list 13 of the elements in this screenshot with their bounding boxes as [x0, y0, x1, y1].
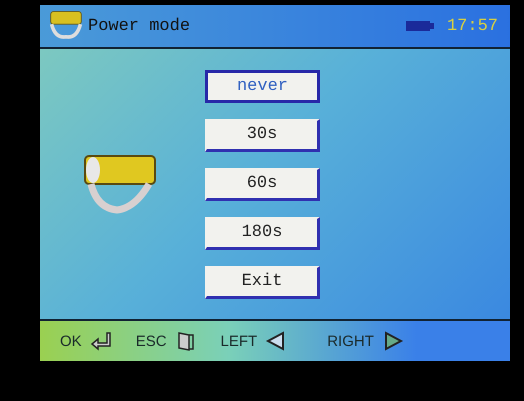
screen-title: Power mode	[88, 16, 190, 36]
option-button[interactable]: 60s	[205, 168, 320, 200]
option-button[interactable]: Exit	[205, 266, 320, 298]
enter-arrow-icon	[90, 331, 112, 351]
option-button[interactable]: never	[205, 70, 320, 102]
battery-icon	[404, 20, 435, 32]
option-button[interactable]: 180s	[205, 216, 320, 250]
key-label: RIGHT	[327, 332, 374, 350]
key-label: LEFT	[220, 332, 258, 350]
key-label: ESC	[136, 332, 167, 350]
option-button[interactable]: 30s	[205, 118, 320, 152]
clock-time: 17:57	[446, 16, 498, 36]
key-label: OK	[60, 332, 82, 350]
